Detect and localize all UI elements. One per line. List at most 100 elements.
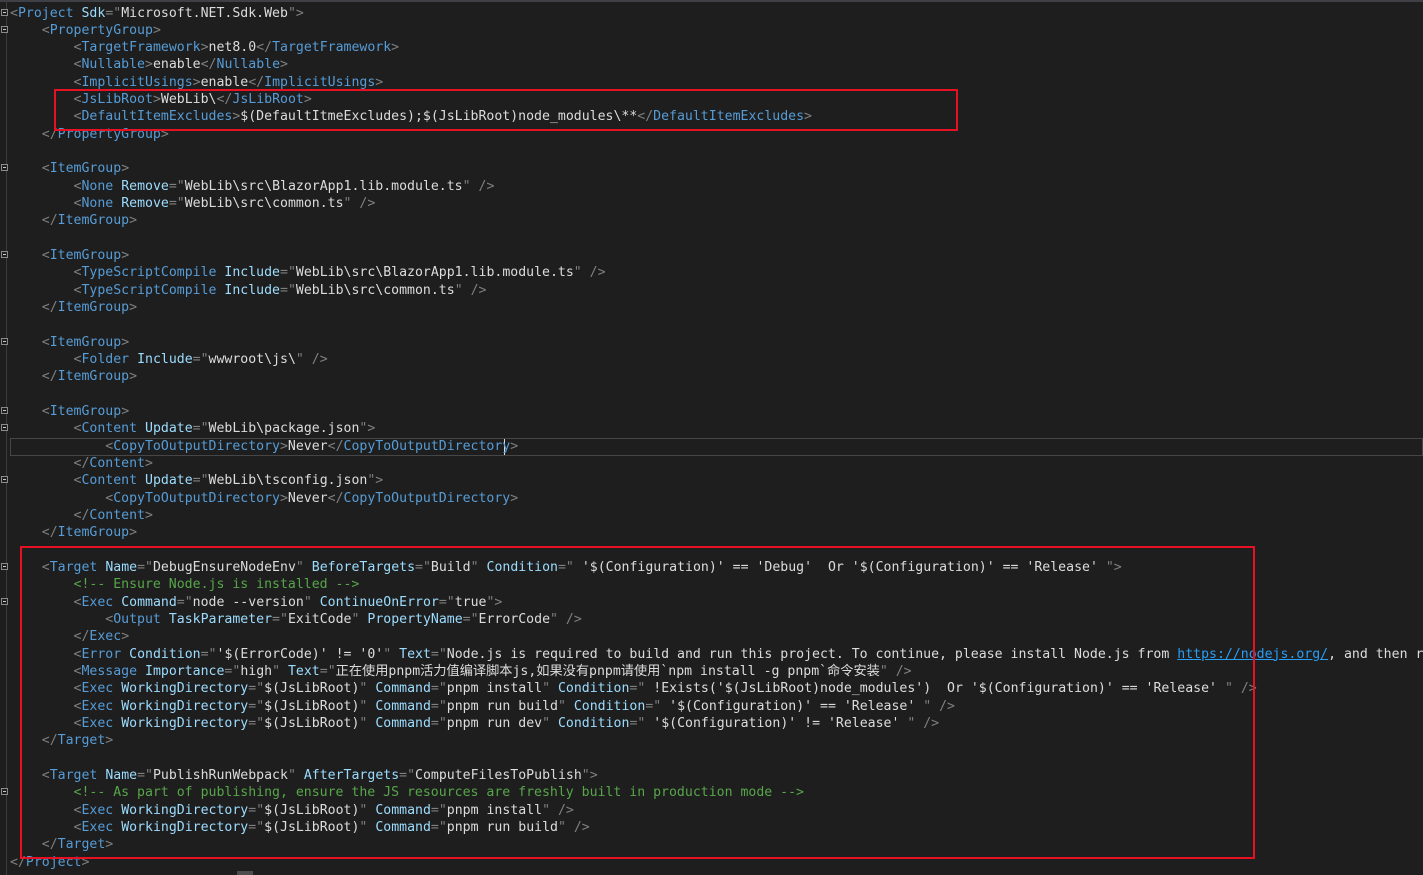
collapse-toggle-icon[interactable] <box>1 251 8 259</box>
collapse-toggle-icon[interactable] <box>1 407 8 415</box>
code-line[interactable]: <JsLibRoot>WebLib\</JsLibRoot> <box>0 91 1423 108</box>
code-token: =" <box>137 560 153 576</box>
code-line[interactable]: </Project> <box>0 854 1423 871</box>
code-text: <DefaultItemExcludes>$(DefaultItmeExclud… <box>10 108 812 125</box>
code-line[interactable]: <CopyToOutputDirectory>Never</CopyToOutp… <box>0 490 1423 507</box>
code-text: </ItemGroup> <box>10 212 137 229</box>
code-line[interactable]: <ItemGroup> <box>0 247 1423 264</box>
code-line[interactable] <box>0 230 1423 247</box>
code-token: Node.js is required to build and run thi… <box>446 646 1178 662</box>
code-line[interactable]: </ItemGroup> <box>0 212 1423 229</box>
code-line[interactable]: <TypeScriptCompile Include="WebLib\src\B… <box>0 264 1423 281</box>
code-token: =" <box>105 5 122 21</box>
code-text: <PropertyGroup> <box>10 22 161 39</box>
code-line[interactable]: </Target> <box>0 836 1423 853</box>
code-editor[interactable]: <Project Sdk="Microsoft.NET.Sdk.Web"> <P… <box>0 0 1423 875</box>
code-text: <!-- As part of publishing, ensure the J… <box>10 784 804 801</box>
code-line[interactable]: <Project Sdk="Microsoft.NET.Sdk.Web"> <box>0 5 1423 22</box>
code-line[interactable]: <Exec WorkingDirectory="$(JsLibRoot)" Co… <box>0 802 1423 819</box>
code-line[interactable]: <!-- As part of publishing, ensure the J… <box>0 784 1423 801</box>
code-line[interactable]: <Folder Include="wwwroot\js\" /> <box>0 351 1423 368</box>
code-token: Include <box>224 282 280 298</box>
code-line[interactable]: <Exec WorkingDirectory="$(JsLibRoot)" Co… <box>0 715 1423 732</box>
collapse-toggle-icon[interactable] <box>1 337 8 345</box>
collapse-toggle-icon[interactable] <box>1 424 8 432</box>
code-token: AfterTargets <box>303 768 400 784</box>
code-token: $(JsLibRoot) <box>264 716 360 732</box>
nodejs-link[interactable]: https://nodejs.org/ <box>1177 647 1328 662</box>
code-text: <Output TaskParameter="ExitCode" Propert… <box>10 611 582 628</box>
code-line[interactable]: <Nullable>enable</Nullable> <box>0 56 1423 73</box>
collapse-toggle-icon[interactable] <box>1 563 8 571</box>
code-token: ItemGroup <box>49 404 122 420</box>
code-line[interactable]: <PropertyGroup> <box>0 22 1423 39</box>
code-token: =" <box>438 594 455 610</box>
code-line[interactable]: </ItemGroup> <box>0 524 1423 541</box>
code-line[interactable]: </Content> <box>0 507 1423 524</box>
code-token: ItemGroup <box>57 525 130 541</box>
code-line[interactable]: <Error Condition="'$(ErrorCode)' != '0'"… <box>0 646 1423 663</box>
code-token: Target <box>57 733 106 749</box>
code-line[interactable]: <ItemGroup> <box>0 334 1423 351</box>
code-line[interactable]: <Exec WorkingDirectory="$(JsLibRoot)" Co… <box>0 819 1423 836</box>
code-line[interactable]: <ItemGroup> <box>0 403 1423 420</box>
code-token: > <box>160 126 169 142</box>
code-line[interactable] <box>0 542 1423 559</box>
code-token: " <box>470 560 479 576</box>
code-line[interactable]: <Message Importance="high" Text="正在使用pnp… <box>0 663 1423 680</box>
code-line[interactable]: </ItemGroup> <box>0 299 1423 316</box>
collapse-toggle-icon[interactable] <box>1 164 8 172</box>
code-token: </ <box>216 92 233 108</box>
collapse-toggle-icon[interactable] <box>1 25 8 33</box>
code-line[interactable] <box>0 316 1423 333</box>
code-token: WebLib\src\BlazorApp1.lib.module.ts <box>184 178 463 194</box>
code-line[interactable]: <ImplicitUsings>enable</ImplicitUsings> <box>0 74 1423 91</box>
code-line[interactable]: <Content Update="WebLib\package.json"> <box>0 420 1423 437</box>
code-line[interactable]: <Output TaskParameter="ExitCode" Propert… <box>0 611 1423 628</box>
code-line[interactable] <box>0 386 1423 403</box>
code-line[interactable]: <None Remove="WebLib\src\BlazorApp1.lib.… <box>0 178 1423 195</box>
code-line[interactable] <box>0 750 1423 767</box>
code-token: , and then restar <box>1328 646 1423 662</box>
collapse-toggle-icon[interactable] <box>1 597 8 605</box>
code-text: <Project Sdk="Microsoft.NET.Sdk.Web"> <box>10 5 304 22</box>
code-line[interactable]: <TypeScriptCompile Include="WebLib\src\c… <box>0 282 1423 299</box>
code-line[interactable]: </Exec> <box>0 628 1423 645</box>
code-token: > <box>121 248 130 264</box>
code-token: CopyToOutputDirectory <box>113 490 280 506</box>
code-line[interactable]: </Target> <box>0 732 1423 749</box>
code-line[interactable]: <Exec Command="node --version" ContinueO… <box>0 594 1423 611</box>
code-line[interactable]: <Content Update="WebLib\tsconfig.json"> <box>0 472 1423 489</box>
code-token: Condition <box>557 716 630 732</box>
collapse-toggle-icon[interactable] <box>1 788 8 796</box>
code-line[interactable]: <DefaultItemExcludes>$(DefaultItmeExclud… <box>0 108 1423 125</box>
code-token: Condition <box>557 681 630 697</box>
code-text: <ItemGroup> <box>10 247 129 264</box>
code-token: '$(Configuration)' == 'Debug' Or '$(Conf… <box>573 560 1106 576</box>
horizontal-scroll-thumb[interactable] <box>237 871 253 875</box>
code-token: " /> <box>923 698 955 714</box>
code-line[interactable]: <None Remove="WebLib\src\common.ts" /> <box>0 195 1423 212</box>
code-line[interactable]: <Target Name="PublishRunWebpack" AfterTa… <box>0 767 1423 784</box>
code-line[interactable]: <Target Name="DebugEnsureNodeEnv" Before… <box>0 559 1423 576</box>
collapse-toggle-icon[interactable] <box>1 476 8 484</box>
code-text: <ItemGroup> <box>10 403 129 420</box>
code-token: !Exists('$(JsLibRoot)node_modules') Or '… <box>645 681 1225 697</box>
code-token: CopyToOutputDirectory <box>343 490 511 506</box>
code-line[interactable]: <CopyToOutputDirectory>Never</CopyToOutp… <box>0 438 1423 455</box>
code-line[interactable]: </ItemGroup> <box>0 368 1423 385</box>
code-line[interactable]: </PropertyGroup> <box>0 126 1423 143</box>
code-line[interactable]: <ItemGroup> <box>0 160 1423 177</box>
code-line[interactable] <box>0 143 1423 160</box>
code-line[interactable]: <Exec WorkingDirectory="$(JsLibRoot)" Co… <box>0 680 1423 697</box>
collapse-toggle-icon[interactable] <box>1 8 8 16</box>
code-line[interactable]: <TargetFramework>net8.0</TargetFramework… <box>0 39 1423 56</box>
code-line[interactable]: </Content> <box>0 455 1423 472</box>
code-line[interactable]: <!-- Ensure Node.js is installed --> <box>0 576 1423 593</box>
code-line[interactable]: <Exec WorkingDirectory="$(JsLibRoot)" Co… <box>0 698 1423 715</box>
code-token: " /> <box>542 802 574 818</box>
